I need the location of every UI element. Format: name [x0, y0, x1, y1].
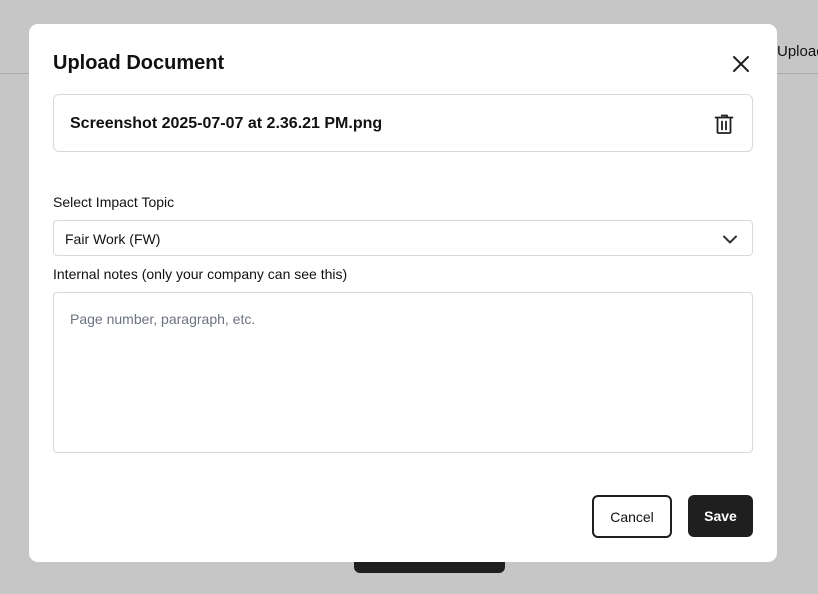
close-button[interactable] [729, 52, 753, 76]
modal-title: Upload Document [53, 52, 225, 74]
chevron-down-icon [723, 235, 737, 244]
delete-file-button[interactable] [712, 112, 736, 136]
impact-topic-selected-value: Fair Work (FW) [65, 231, 161, 247]
impact-topic-label: Select Impact Topic [53, 194, 175, 210]
internal-notes-label: Internal notes (only your company can se… [53, 266, 348, 282]
file-name: Screenshot 2025-07-07 at 2.36.21 PM.png [70, 115, 383, 132]
trash-icon [714, 114, 734, 134]
background-upload-button-label: Uploac [777, 43, 818, 60]
close-icon [733, 56, 749, 72]
internal-notes-textarea[interactable] [53, 292, 753, 453]
save-button[interactable]: Save [688, 495, 753, 537]
upload-document-modal: Upload Document Screenshot 2025-07-07 at… [29, 24, 777, 562]
uploaded-file-card: Screenshot 2025-07-07 at 2.36.21 PM.png [53, 94, 753, 152]
impact-topic-select[interactable]: Fair Work (FW) [53, 220, 753, 256]
cancel-button[interactable]: Cancel [592, 495, 672, 538]
